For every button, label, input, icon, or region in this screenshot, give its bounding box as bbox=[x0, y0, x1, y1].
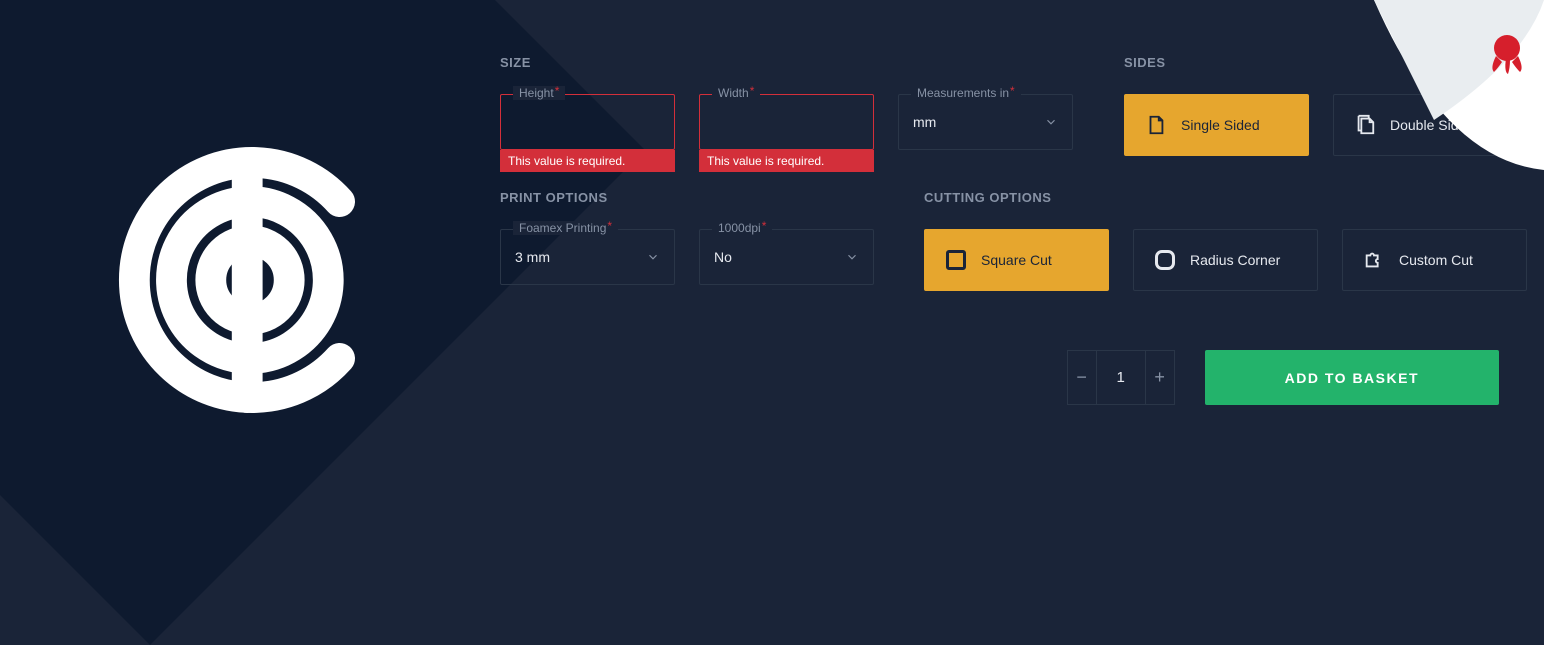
chevron-down-icon bbox=[1044, 115, 1058, 129]
custom-cut-label: Custom Cut bbox=[1399, 252, 1473, 268]
height-field[interactable]: Height* This value is required. bbox=[500, 94, 675, 172]
width-label: Width* bbox=[712, 86, 760, 100]
qty-plus-button[interactable]: + bbox=[1145, 350, 1175, 405]
height-error: This value is required. bbox=[500, 150, 675, 172]
pages-icon bbox=[1354, 114, 1376, 136]
cutting-section-title: CUTTING OPTIONS bbox=[924, 190, 1544, 205]
measurements-select[interactable]: Measurements in* mm bbox=[898, 94, 1073, 150]
add-to-basket-button[interactable]: ADD TO BASKET bbox=[1205, 350, 1499, 405]
dpi-value: No bbox=[714, 249, 732, 265]
chevron-down-icon bbox=[845, 250, 859, 264]
square-cut-option[interactable]: Square Cut bbox=[924, 229, 1109, 291]
radius-corner-option[interactable]: Radius Corner bbox=[1133, 229, 1318, 291]
chevron-down-icon bbox=[646, 250, 660, 264]
qty-input[interactable] bbox=[1097, 350, 1145, 405]
square-icon bbox=[945, 249, 967, 271]
custom-cut-option[interactable]: Custom Cut bbox=[1342, 229, 1527, 291]
foamex-select[interactable]: Foamex Printing* 3 mm bbox=[500, 229, 675, 285]
double-sided-option[interactable]: Double Sided bbox=[1333, 94, 1518, 156]
configurator-form: SIZE Height* This value is required. Wid… bbox=[500, 55, 1544, 309]
dpi-select[interactable]: 1000dpi* No bbox=[699, 229, 874, 285]
single-sided-label: Single Sided bbox=[1181, 117, 1260, 133]
print-section-title: PRINT OPTIONS bbox=[500, 190, 900, 205]
page-icon bbox=[1145, 114, 1167, 136]
single-sided-option[interactable]: Single Sided bbox=[1124, 94, 1309, 156]
width-error: This value is required. bbox=[699, 150, 874, 172]
foamex-value: 3 mm bbox=[515, 249, 550, 265]
rounded-square-icon bbox=[1154, 249, 1176, 271]
quantity-stepper: − + bbox=[1067, 350, 1175, 405]
puzzle-icon bbox=[1363, 249, 1385, 271]
square-cut-label: Square Cut bbox=[981, 252, 1052, 268]
height-label: Height* bbox=[513, 86, 565, 100]
footer-bar: − + ADD TO BASKET bbox=[1067, 350, 1499, 405]
qty-minus-button[interactable]: − bbox=[1067, 350, 1097, 405]
double-sided-label: Double Sided bbox=[1390, 117, 1474, 133]
dpi-label: 1000dpi* bbox=[712, 221, 772, 235]
foamex-label: Foamex Printing* bbox=[513, 221, 618, 235]
brand-logo bbox=[110, 140, 390, 420]
width-field[interactable]: Width* This value is required. bbox=[699, 94, 874, 172]
size-section-title: SIZE bbox=[500, 55, 1100, 70]
radius-corner-label: Radius Corner bbox=[1190, 252, 1280, 268]
measurements-value: mm bbox=[913, 114, 936, 130]
measurements-label: Measurements in* bbox=[911, 86, 1021, 100]
sides-section-title: SIDES bbox=[1124, 55, 1544, 70]
